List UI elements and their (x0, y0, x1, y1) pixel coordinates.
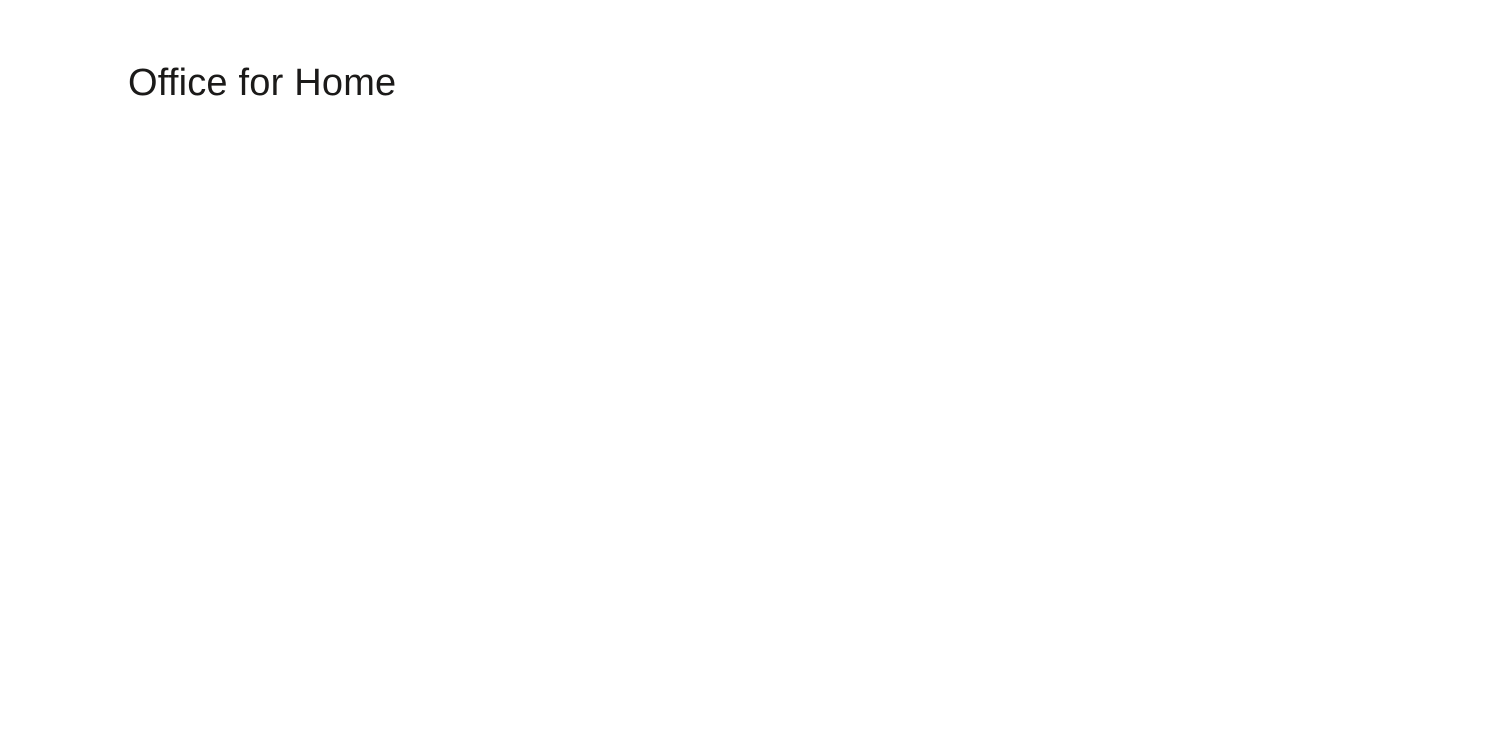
page-title: Office for Home (128, 62, 1500, 105)
page-container: Office for Home (0, 0, 1500, 105)
